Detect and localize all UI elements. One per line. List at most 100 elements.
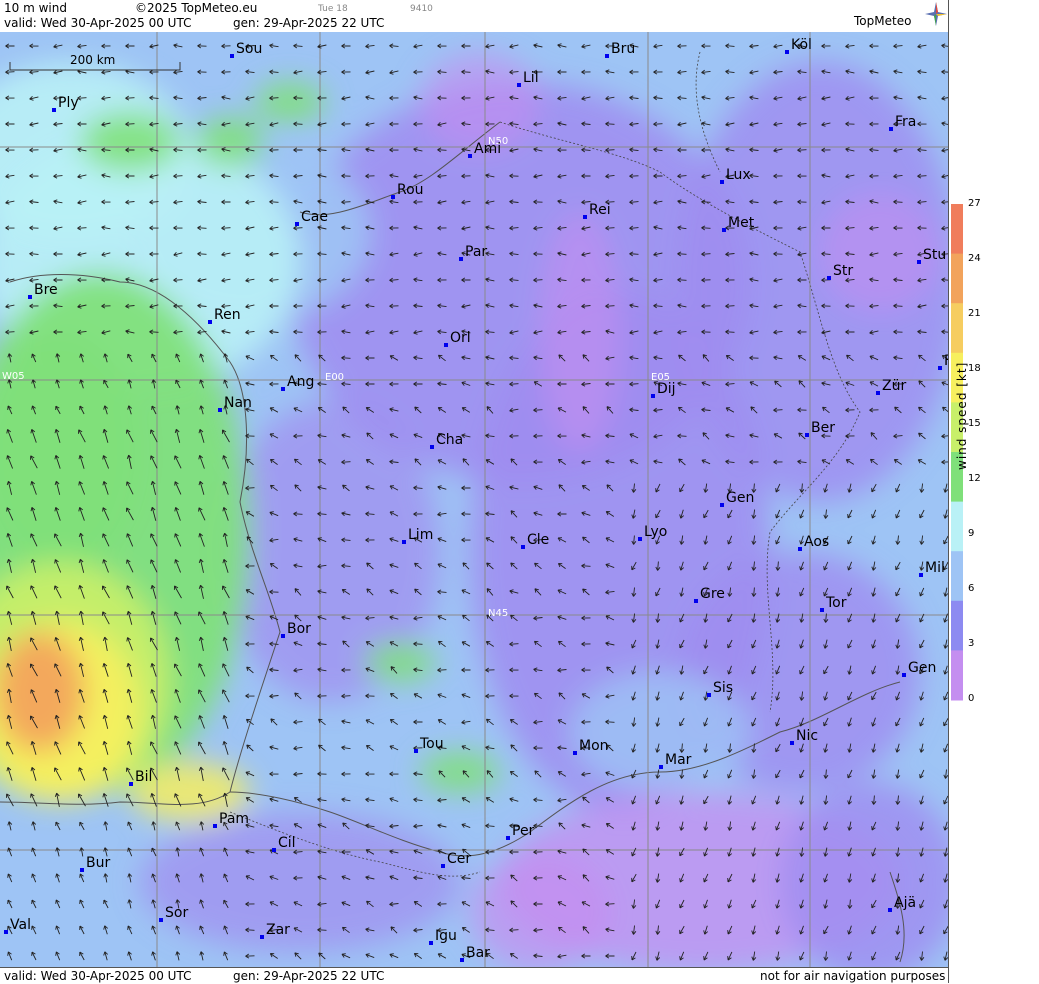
city-marker bbox=[281, 634, 285, 638]
city-marker bbox=[919, 573, 923, 577]
valid-time: valid: Wed 30-Apr-2025 00 UTC bbox=[4, 16, 192, 30]
color-scale-tick: 0 bbox=[968, 693, 975, 704]
city-label: Cae bbox=[301, 209, 328, 225]
city-label: Ami bbox=[474, 141, 501, 157]
city-marker bbox=[218, 408, 222, 412]
city-marker bbox=[52, 108, 56, 112]
city-label: Bre bbox=[34, 282, 58, 298]
wind-map[interactable]: N50 N45 W05 E00 E05 200 km Sou Bru Köl Ply L… bbox=[0, 32, 948, 967]
city-label: Bur bbox=[86, 855, 110, 871]
color-scale-tick: 15 bbox=[968, 418, 981, 429]
disclaimer: not for air navigation purposes bbox=[760, 969, 946, 983]
city-label: Cer bbox=[447, 851, 471, 867]
city-label: Per bbox=[512, 823, 535, 839]
city-label: Gen bbox=[908, 660, 936, 676]
city-label: Val bbox=[10, 917, 31, 933]
city-label: Stu bbox=[923, 247, 946, 263]
color-scale-tick: 9 bbox=[968, 528, 975, 539]
city-marker bbox=[707, 693, 711, 697]
city-marker bbox=[281, 387, 285, 391]
city-label: Cle bbox=[527, 532, 549, 548]
city-marker bbox=[506, 836, 510, 840]
compass-star-icon bbox=[925, 2, 947, 26]
copyright: ©2025 TopMeteo.eu bbox=[135, 1, 258, 15]
city-marker bbox=[938, 366, 942, 370]
color-scale-tick: 12 bbox=[968, 473, 981, 484]
city-marker bbox=[902, 673, 906, 677]
wind-speed-legend: 27 24 21 18 15 12 9 6 3 0 bbox=[948, 0, 1039, 983]
city-marker bbox=[798, 547, 802, 551]
run-tag: Tue 18 bbox=[318, 4, 348, 14]
city-label: Bor bbox=[287, 621, 311, 637]
color-scale-tick: 18 bbox=[968, 363, 981, 374]
city-22: Nan bbox=[218, 395, 252, 412]
color-scale-step bbox=[951, 253, 963, 304]
city-label: Igu bbox=[435, 928, 457, 944]
city-marker bbox=[827, 276, 831, 280]
city-label: Mon bbox=[579, 738, 609, 754]
city-label: Nic bbox=[796, 728, 818, 744]
city-marker bbox=[295, 222, 299, 226]
city-25: Gen bbox=[720, 490, 754, 507]
city-marker bbox=[583, 215, 587, 219]
city-marker bbox=[4, 930, 8, 934]
color-scale-tick: 3 bbox=[968, 638, 975, 649]
generated-time: gen: 29-Apr-2025 22 UTC bbox=[233, 16, 385, 30]
city-label: Lyo bbox=[644, 524, 667, 540]
city-label: Pam bbox=[219, 811, 249, 827]
city-marker bbox=[129, 782, 133, 786]
city-label: Lil bbox=[523, 70, 539, 86]
city-label: Mil bbox=[925, 560, 945, 576]
city-label: Gen bbox=[726, 490, 754, 506]
legend-title: wind speed [kt] bbox=[955, 361, 969, 470]
city-label: Dij bbox=[657, 381, 676, 397]
city-label: Str bbox=[833, 263, 853, 279]
wind-map-canvas: N50 N45 W05 E00 E05 200 km Sou Bru KölPlyL… bbox=[0, 32, 948, 967]
city-marker bbox=[468, 154, 472, 158]
color-scale-step bbox=[951, 303, 963, 354]
color-scale-tick: 24 bbox=[968, 253, 981, 264]
city-marker bbox=[429, 941, 433, 945]
city-label: Cha bbox=[436, 432, 463, 448]
city-label: Mar bbox=[665, 752, 692, 768]
city-label: Rei bbox=[589, 202, 611, 218]
color-scale-tick: 6 bbox=[968, 583, 975, 594]
city-marker bbox=[391, 195, 395, 199]
scale-label: 200 km bbox=[70, 53, 115, 67]
city-label: Orl bbox=[450, 330, 471, 346]
city-34: Gen bbox=[902, 660, 936, 677]
city-marker bbox=[460, 958, 464, 962]
city-label: Zür bbox=[882, 378, 906, 394]
city-marker bbox=[260, 935, 264, 939]
city-42: Pam bbox=[213, 811, 249, 828]
city-label: Ang bbox=[287, 374, 314, 390]
city-marker bbox=[638, 537, 642, 541]
city-marker bbox=[230, 54, 234, 58]
city-marker bbox=[888, 908, 892, 912]
city-label: Sis bbox=[713, 680, 733, 696]
city-label: Nan bbox=[224, 395, 252, 411]
city-marker bbox=[208, 320, 212, 324]
city-label: Ajä bbox=[894, 895, 916, 911]
color-scale-step bbox=[951, 204, 963, 255]
city-marker bbox=[402, 540, 406, 544]
city-label: Ply bbox=[58, 95, 79, 111]
map-footer: valid: Wed 30-Apr-2025 00 UTC gen: 29-Ap… bbox=[0, 967, 948, 984]
city-marker bbox=[876, 391, 880, 395]
city-marker bbox=[605, 54, 609, 58]
city-label: Bar bbox=[466, 945, 490, 961]
city-label: Lux bbox=[726, 167, 751, 183]
city-label: Bru bbox=[611, 41, 635, 57]
city-marker bbox=[651, 394, 655, 398]
city-label: Par bbox=[465, 244, 487, 260]
city-marker bbox=[805, 433, 809, 437]
city-label: Cil bbox=[278, 835, 296, 851]
grid-label-w05: W05 bbox=[2, 371, 25, 382]
city-label: Sor bbox=[165, 905, 188, 921]
city-marker bbox=[720, 180, 724, 184]
footer-generated-time: gen: 29-Apr-2025 22 UTC bbox=[233, 969, 385, 983]
map-header: 10 m wind ©2025 TopMeteo.eu Tue 18 9410 … bbox=[0, 0, 948, 32]
city-label: Bil bbox=[135, 769, 152, 785]
city-marker bbox=[213, 824, 217, 828]
city-37: Mon bbox=[573, 738, 609, 755]
